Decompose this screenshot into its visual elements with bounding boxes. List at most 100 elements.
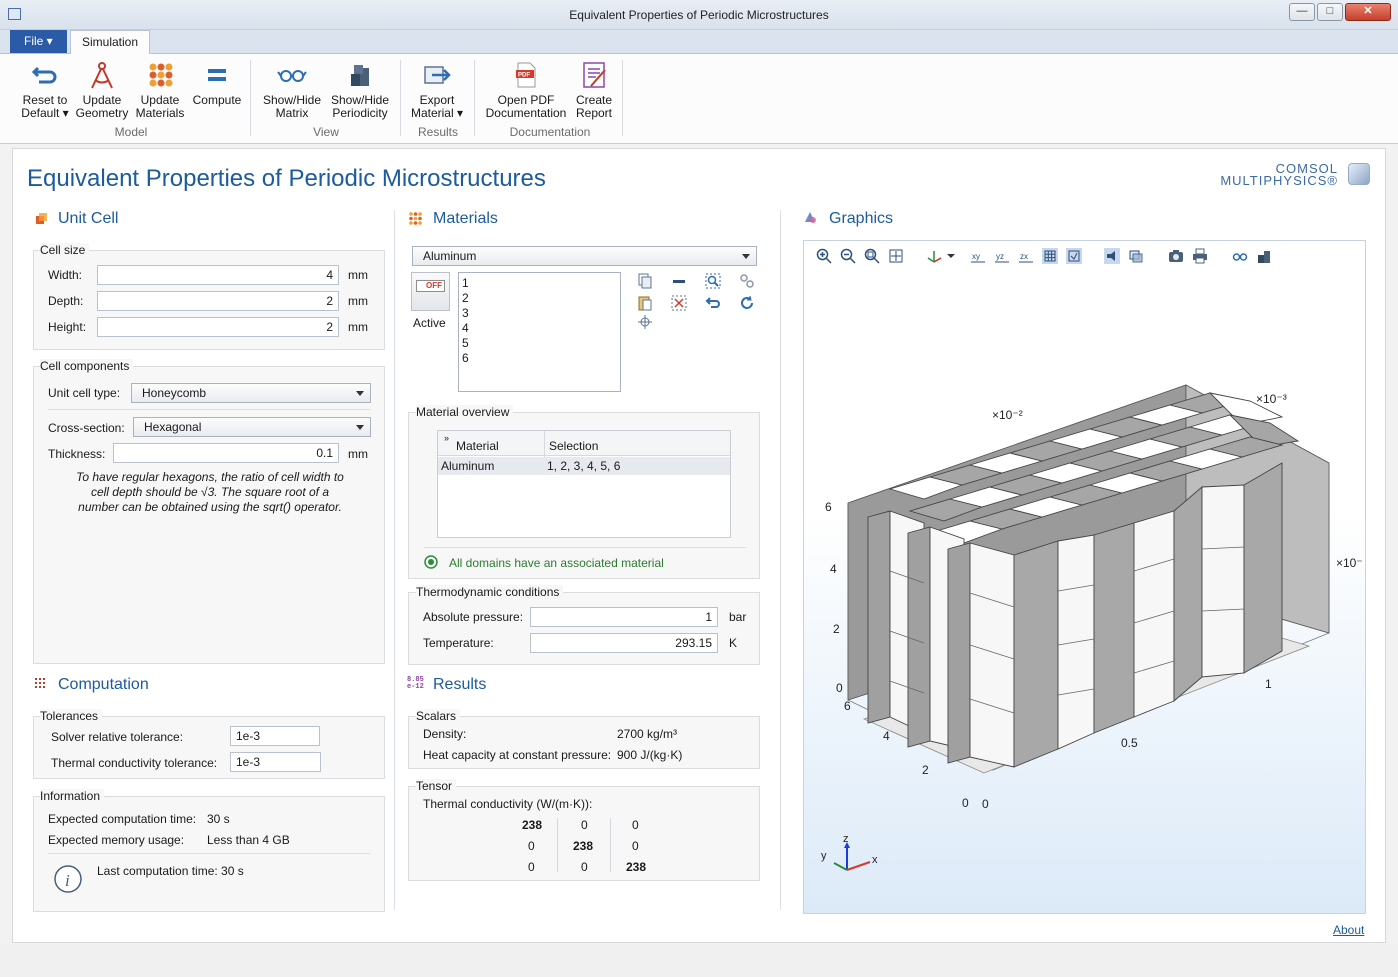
paste-icon[interactable]: [637, 295, 653, 311]
active-toggle-button[interactable]: OFF: [411, 272, 450, 311]
reset-to-default-button[interactable]: Reset to Default ▾: [16, 60, 74, 120]
list-item[interactable]: 3: [462, 306, 617, 321]
update-materials-line2: Materials: [135, 106, 185, 120]
maximize-button[interactable]: □: [1317, 3, 1343, 21]
list-item[interactable]: 6: [462, 351, 617, 366]
x-tick-label: 1: [1265, 677, 1272, 691]
height-input[interactable]: 2: [97, 317, 339, 337]
domain-list[interactable]: 1 2 3 4 5 6: [458, 272, 621, 392]
tab-simulation[interactable]: Simulation: [70, 30, 150, 55]
update-geometry-line1: Update: [82, 93, 122, 107]
zoom-selected-icon[interactable]: [705, 273, 721, 289]
expected-memory-value: Less than 4 GB: [207, 833, 290, 847]
update-materials-line1: Update: [140, 93, 180, 107]
tensor-divider: [610, 818, 611, 872]
update-geometry-button[interactable]: Update Geometry: [74, 60, 130, 120]
link-icon[interactable]: [739, 273, 755, 289]
pressure-input[interactable]: 1: [530, 607, 718, 627]
thermal-tolerance-input[interactable]: 1e-3: [230, 752, 321, 772]
table-cell-selection: 1, 2, 3, 4, 5, 6: [547, 459, 621, 473]
results-heading: Results: [433, 676, 487, 693]
column-header-material[interactable]: Material: [456, 439, 499, 453]
hexagon-note: To have regular hexagons, the ratio of c…: [40, 470, 380, 515]
ribbon-group-model: Model: [114, 125, 148, 139]
create-report-line2: Report: [575, 106, 613, 120]
cross-section-label: Cross-section:: [48, 421, 125, 435]
show-hide-periodicity-line1: Show/Hide: [330, 93, 390, 107]
thermodynamic-title: Thermodynamic conditions: [416, 585, 564, 599]
export-material-button[interactable]: Export Material ▾: [406, 60, 468, 120]
depth-input[interactable]: 2: [97, 291, 339, 311]
about-link[interactable]: About: [1333, 923, 1364, 937]
equals-compute-icon: [208, 69, 226, 81]
z-scale-label: ×10⁻: [1336, 556, 1363, 570]
cross-section-value: Hexagonal: [144, 420, 202, 434]
ribbon-separator: [250, 60, 251, 136]
page-title: Equivalent Properties of Periodic Micros…: [27, 165, 546, 192]
create-report-button[interactable]: Create Report: [571, 60, 617, 120]
x-axis-label: x: [872, 854, 878, 866]
material-select[interactable]: Aluminum: [412, 246, 757, 266]
expand-icon[interactable]: »: [444, 433, 449, 443]
svg-text:i: i: [65, 871, 70, 890]
density-value: 2700 kg/m³: [617, 727, 678, 741]
width-input[interactable]: 4: [97, 265, 339, 285]
solver-tolerance-input[interactable]: 1e-3: [230, 726, 320, 746]
close-button[interactable]: ✕: [1345, 3, 1391, 21]
material-status-text: All domains have an associated material: [449, 556, 664, 570]
copy-icon[interactable]: [637, 273, 653, 289]
column-header-selection[interactable]: Selection: [549, 439, 598, 453]
clear-selection-icon[interactable]: [671, 295, 687, 311]
show-hide-matrix-line1: Show/Hide: [262, 93, 322, 107]
materials-heading: Materials: [433, 210, 498, 227]
compass-geometry-icon: [91, 62, 113, 89]
honeycomb-3d-plot: ×10⁻² ×10⁻³ ×10⁻ 6 4 2 0 6 4 2 0 0 0.5 1…: [821, 384, 1363, 871]
column-divider: [780, 210, 781, 910]
results-icon-text: e-12: [407, 683, 424, 691]
cell-size-title: Cell size: [40, 243, 90, 257]
temperature-input[interactable]: 293.15: [530, 633, 718, 653]
height-unit: mm: [348, 320, 368, 334]
tensor-cell: 0: [581, 818, 588, 832]
minimize-button[interactable]: —: [1289, 3, 1315, 21]
cross-section-select[interactable]: Hexagonal: [133, 417, 371, 437]
redo-icon[interactable]: [739, 295, 755, 311]
compute-button[interactable]: Compute: [189, 60, 245, 107]
show-hide-matrix-button[interactable]: Show/Hide Matrix: [258, 60, 326, 120]
y-axis-label: y: [821, 850, 827, 862]
unit-cell-type-value: Honeycomb: [142, 386, 207, 400]
show-hide-matrix-line2: Matrix: [275, 106, 309, 120]
list-item[interactable]: 2: [462, 291, 617, 306]
materials-icon: [409, 212, 422, 225]
expected-time-value: 30 s: [207, 812, 230, 826]
status-ok-icon: [424, 555, 438, 569]
list-item[interactable]: 1: [462, 276, 617, 291]
report-icon: [583, 62, 606, 88]
tolerances-title: Tolerances: [40, 709, 103, 723]
info-icon: i: [54, 865, 82, 893]
unit-cell-icon: [36, 213, 47, 224]
results-icon: 8.85 e-12: [407, 677, 424, 691]
divider: [424, 547, 746, 548]
undo-icon[interactable]: [705, 295, 721, 311]
thickness-input[interactable]: 0.1: [113, 443, 339, 463]
comsol-logo: COMSOL MULTIPHYSICS®: [1210, 162, 1370, 187]
open-pdf-documentation-button[interactable]: PDF Open PDF Documentation: [482, 60, 570, 120]
status-bar: [0, 945, 1398, 977]
show-hide-periodicity-button[interactable]: Show/Hide Periodicity: [327, 60, 393, 120]
pdf-document-icon: PDF: [516, 62, 536, 88]
remove-icon[interactable]: [671, 273, 687, 289]
open-pdf-line2: Documentation: [485, 106, 567, 120]
window-title: Equivalent Properties of Periodic Micros…: [569, 8, 829, 22]
list-item[interactable]: 5: [462, 336, 617, 351]
crosshair-icon[interactable]: [637, 314, 653, 330]
glasses-icon: [277, 70, 307, 82]
off-switch-icon: OFF: [416, 280, 445, 292]
graphics-window[interactable]: xy yz zx ×10⁻² ×10⁻³ ×10⁻ 6 4 2 0 6 4 2 …: [803, 240, 1366, 914]
file-menu-tab[interactable]: File ▾: [10, 30, 67, 53]
unit-cell-type-select[interactable]: Honeycomb: [131, 383, 371, 403]
list-item[interactable]: 4: [462, 321, 617, 336]
temperature-label: Temperature:: [423, 636, 494, 650]
update-materials-button[interactable]: Update Materials: [133, 60, 187, 120]
update-geometry-line2: Geometry: [75, 106, 129, 120]
